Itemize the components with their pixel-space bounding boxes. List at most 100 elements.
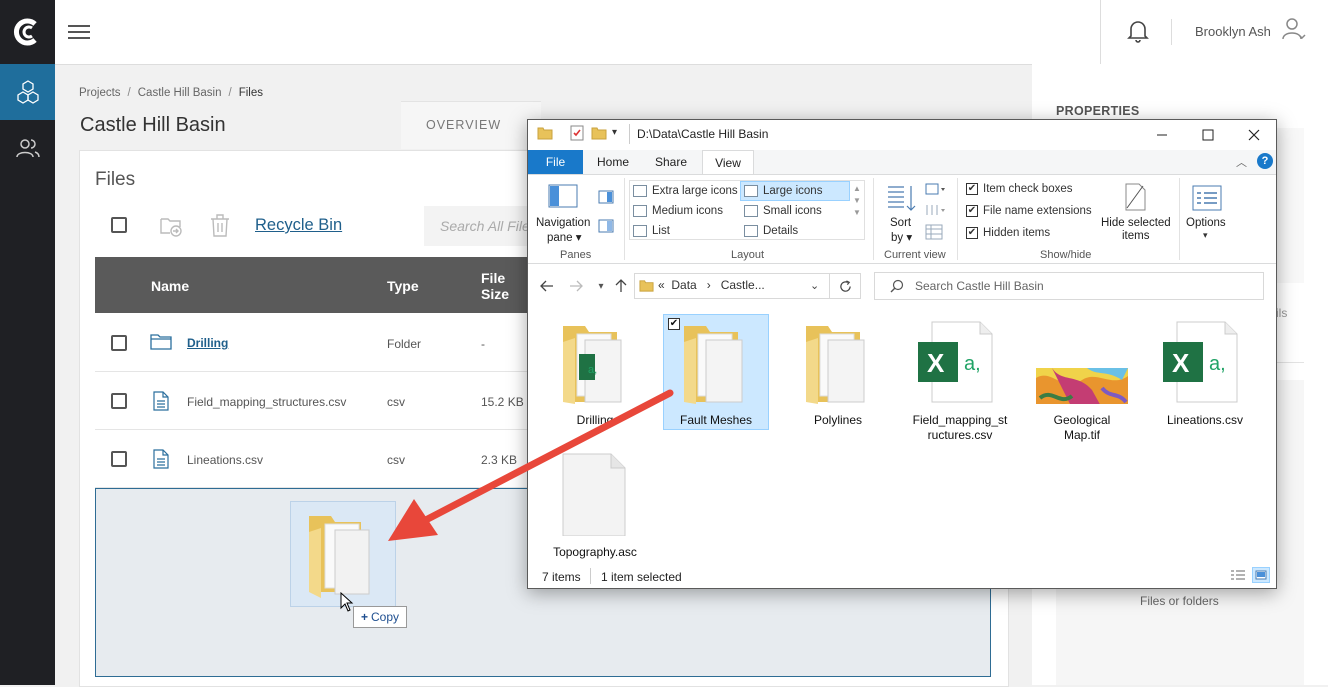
topbar-divider [1100,0,1101,64]
hide-selected-icon[interactable] [1123,182,1147,217]
address-segment-castle: Castle... [720,278,765,292]
back-arrow-icon[interactable] [538,276,556,296]
group-by-icon[interactable] [925,182,949,201]
breadcrumb-project[interactable]: Castle Hill Basin [138,87,222,99]
options-dropdown-icon[interactable]: ▾ [1203,230,1208,241]
up-arrow-icon[interactable] [612,276,630,296]
details-pane-icon[interactable] [598,219,614,238]
svg-text:X: X [927,348,945,378]
row-type: Folder [387,337,422,351]
user-account-icon[interactable] [1281,16,1307,44]
column-type[interactable]: Type [387,278,419,294]
hide-selected-label[interactable]: Hide selected [1101,217,1171,229]
properties-quick-icon[interactable] [569,125,585,146]
row-name-link[interactable]: Drilling [187,336,228,350]
sort-by-label[interactable]: Sort [890,217,911,229]
explorer-item-field-mapping[interactable]: X a, Field_mapping_st ructures.csv [910,318,1010,443]
details-view-icon[interactable] [1230,569,1246,588]
forward-arrow-icon[interactable] [567,276,585,296]
explorer-item-fault-meshes[interactable]: ✔ Fault Meshes [666,318,766,428]
recent-locations-icon[interactable]: ▾ [592,276,610,296]
hamburger-menu-icon[interactable] [68,21,90,43]
menu-home[interactable]: Home [588,150,638,174]
details-icon [744,225,758,237]
row-checkbox[interactable] [111,451,127,467]
refresh-icon[interactable] [830,273,861,299]
layout-scroll-arrows[interactable]: ▲ ▼ ▼ [853,183,861,219]
row-name[interactable]: Lineations.csv [187,453,263,467]
delete-icon[interactable] [208,211,232,244]
menu-view[interactable]: View [702,150,754,174]
projects-nav-icon[interactable] [0,64,55,120]
layout-list[interactable]: List [633,222,670,240]
title-divider [629,124,630,144]
layout-large-icons[interactable]: Large icons [740,181,850,201]
options-label[interactable]: Options [1186,217,1226,229]
checkbox-checked[interactable]: ✔ [966,227,978,239]
explorer-item-polylines[interactable]: Polylines [788,318,888,428]
layout-medium-icons[interactable]: Medium icons [633,202,723,220]
navigation-pane-label-2[interactable]: pane ▾ [547,230,582,244]
users-nav-icon[interactable] [0,122,55,174]
search-icon [890,279,904,298]
app-logo[interactable] [0,0,55,63]
mouse-cursor-icon [340,591,354,617]
move-folder-icon[interactable] [158,212,184,243]
navigation-pane-icon[interactable] [548,184,578,213]
minimize-button[interactable] [1139,120,1185,150]
layout-details[interactable]: Details [744,222,798,240]
folder-icon [684,326,743,404]
user-name[interactable]: Brooklyn Ash [1195,24,1271,39]
navigation-pane-label[interactable]: Navigation [536,217,590,229]
options-icon[interactable] [1192,185,1222,216]
checkbox-checked[interactable]: ✔ [966,205,978,217]
explorer-item-geological-map[interactable]: Geological Map.tif [1032,318,1132,443]
document-icon [153,449,169,474]
folder-icon [150,333,172,356]
hide-selected-label-2[interactable]: items [1122,230,1149,242]
column-name[interactable]: Name [151,278,189,294]
select-all-checkbox[interactable] [111,217,127,233]
recycle-bin-link[interactable]: Recycle Bin [255,216,342,235]
item-checkbox-checked[interactable]: ✔ [668,318,680,330]
layout-group-label: Layout [731,249,765,261]
help-icon[interactable]: ? [1257,153,1273,169]
row-name[interactable]: Field_mapping_structures.csv [187,395,346,409]
status-item-count: 7 items [542,570,581,584]
preview-pane-icon[interactable] [598,190,614,209]
item-check-boxes-toggle[interactable]: ✔ Item check boxes [966,180,1072,198]
breadcrumb-projects[interactable]: Projects [79,87,121,99]
large-icons-icon [744,185,758,197]
sort-by-label-2[interactable]: by ▾ [891,230,912,244]
row-checkbox[interactable] [111,335,127,351]
file-name-extensions-toggle[interactable]: ✔ File name extensions [966,202,1092,220]
address-dropdown-icon[interactable]: ⌄ [810,279,819,292]
layout-small-icons[interactable]: Small icons [744,202,822,220]
layout-extra-large-icons[interactable]: Extra large icons [633,182,738,200]
properties-details-label[interactable]: ils [1276,306,1287,320]
column-size[interactable]: File Size [481,270,525,302]
size-columns-icon[interactable] [925,224,943,245]
address-path[interactable]: « Data › Castle... [658,278,765,292]
hidden-items-toggle[interactable]: ✔ Hidden items [966,224,1050,242]
new-folder-quick-icon[interactable] [591,125,607,146]
bell-icon[interactable] [1126,18,1152,46]
sort-by-icon[interactable] [886,183,916,218]
collapse-ribbon-icon[interactable]: ︿ [1236,154,1247,170]
copy-drag-badge: + Copy [353,606,407,628]
ribbon-separator [624,178,625,260]
list-icon [633,225,647,237]
row-checkbox[interactable] [111,393,127,409]
close-button[interactable] [1231,120,1277,150]
menu-file[interactable]: File [528,150,583,174]
large-icons-view-icon[interactable] [1252,567,1270,583]
svg-text:a,: a, [964,353,981,375]
checkbox-checked[interactable]: ✔ [966,183,978,195]
address-folder-icon [639,278,654,298]
explorer-item-lineations[interactable]: X a, Lineations.csv [1155,318,1255,428]
quick-access-dropdown-icon[interactable]: ▾ [612,127,617,138]
menu-share[interactable]: Share [645,150,697,174]
add-columns-icon[interactable] [925,203,949,222]
maximize-button[interactable] [1185,120,1231,150]
copy-label: Copy [371,610,400,624]
